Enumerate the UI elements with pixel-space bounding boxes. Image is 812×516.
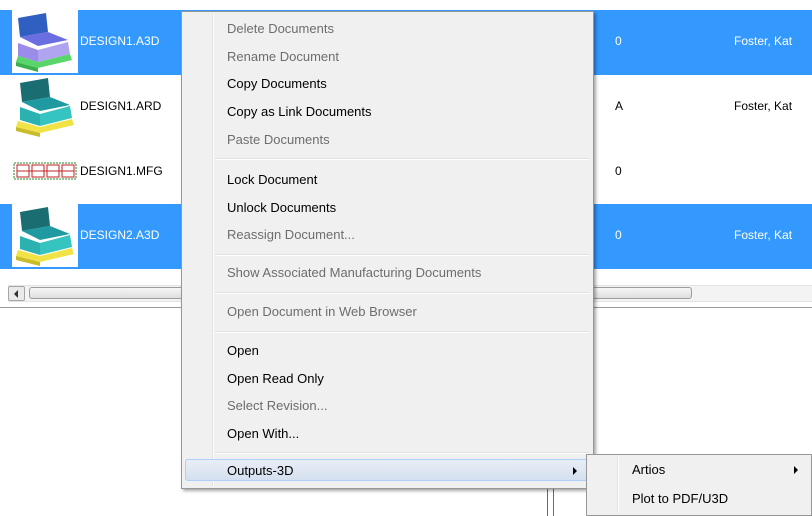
menu-item-outputs-3d[interactable]: Outputs-3D (185, 459, 590, 481)
submenu-arrow-icon (573, 467, 577, 475)
menu-item-delete-documents[interactable]: Delete Documents (185, 18, 590, 40)
3d-box-teal-icon (16, 78, 74, 137)
manufacturing-layout-icon (13, 162, 77, 180)
file-owner: Foster, Kat (734, 99, 793, 113)
menu-item-copy-documents[interactable]: Copy Documents (185, 73, 590, 95)
splitter-line[interactable] (553, 488, 554, 516)
menu-item-plot-to-pdf-u3d[interactable]: Plot to PDF/U3D (590, 488, 810, 510)
file-revision: 0 (615, 164, 622, 178)
context-menu: Delete Documents Rename Document Copy Do… (181, 11, 594, 489)
file-owner: Foster, Kat (734, 228, 793, 242)
file-revision: 0 (615, 228, 622, 242)
file-owner: Foster, Kat (734, 34, 793, 48)
file-name: DESIGN1.A3D (80, 34, 160, 48)
3d-box-teal-icon (12, 204, 78, 267)
document-browser-window: DESIGN1.A3D 0 Foster, Kat DESIGN1.ARD A … (0, 0, 812, 516)
menu-item-unlock-documents[interactable]: Unlock Documents (185, 197, 590, 219)
file-name: DESIGN2.A3D (80, 228, 160, 242)
menu-item-label: Outputs-3D (227, 463, 294, 478)
menu-item-rename-document[interactable]: Rename Document (185, 46, 590, 68)
menu-item-open-document-in-web-browser[interactable]: Open Document in Web Browser (185, 301, 590, 323)
menu-item-select-revision[interactable]: Select Revision... (185, 395, 590, 417)
menu-item-open-with[interactable]: Open With... (185, 423, 590, 445)
arrow-left-icon (14, 290, 18, 298)
menu-item-copy-as-link-documents[interactable]: Copy as Link Documents (185, 101, 590, 123)
scroll-left-button[interactable] (8, 286, 25, 301)
menu-item-open[interactable]: Open (185, 340, 590, 362)
menu-separator (215, 158, 589, 160)
menu-separator (215, 254, 589, 256)
menu-item-label: Artios (632, 462, 666, 477)
menu-item-artios[interactable]: Artios (590, 459, 810, 481)
3d-box-purple-icon (12, 10, 78, 73)
menu-separator (215, 452, 589, 454)
splitter-line[interactable] (547, 488, 548, 516)
file-revision: A (615, 99, 624, 113)
submenu-arrow-icon (794, 466, 798, 474)
menu-item-paste-documents[interactable]: Paste Documents (185, 129, 590, 151)
outputs-3d-submenu: Artios Plot to PDF/U3D (586, 454, 812, 516)
menu-item-reassign-document[interactable]: Reassign Document... (185, 224, 590, 246)
menu-item-show-associated-manufacturing-documents[interactable]: Show Associated Manufacturing Documents (185, 262, 590, 284)
menu-item-open-read-only[interactable]: Open Read Only (185, 368, 590, 390)
menu-separator (215, 331, 589, 333)
file-name: DESIGN1.ARD (80, 99, 162, 113)
file-name: DESIGN1.MFG (80, 164, 163, 178)
menu-item-lock-document[interactable]: Lock Document (185, 169, 590, 191)
menu-separator (215, 292, 589, 294)
file-revision: 0 (615, 34, 622, 48)
